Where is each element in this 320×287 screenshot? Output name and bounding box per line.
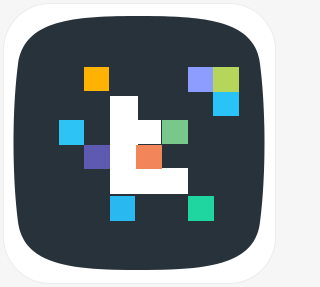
sky-pixel-top-right <box>213 92 239 116</box>
periwinkle-pixel <box>188 67 213 92</box>
orange-pixel <box>84 67 109 91</box>
green-pixel <box>162 120 188 144</box>
blue-pixel-bottom <box>110 196 135 221</box>
app-icon[interactable] <box>0 0 279 287</box>
teal-pixel-bottom <box>188 196 214 221</box>
sky-pixel-left <box>59 120 84 145</box>
lime-pixel <box>213 67 239 92</box>
coral-pixel <box>136 145 162 169</box>
app-icon-screenshot <box>0 0 279 287</box>
indigo-pixel <box>84 145 110 169</box>
